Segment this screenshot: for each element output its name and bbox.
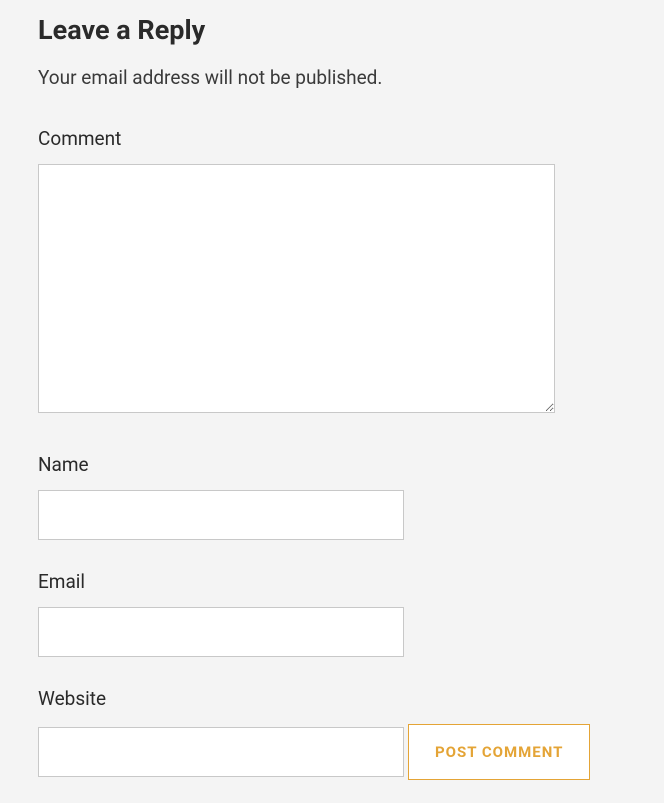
comment-label: Comment (38, 127, 626, 150)
name-label: Name (38, 453, 626, 476)
submit-button[interactable]: POST COMMENT (408, 724, 590, 780)
form-note: Your email address will not be published… (38, 66, 626, 89)
website-input[interactable] (38, 727, 404, 777)
comment-form: Comment Name Email Website POST COMMENT (38, 127, 626, 797)
name-input[interactable] (38, 490, 404, 540)
email-label: Email (38, 570, 626, 593)
email-input[interactable] (38, 607, 404, 657)
comment-textarea[interactable] (38, 164, 555, 413)
website-label: Website (38, 687, 626, 710)
form-heading: Leave a Reply (38, 14, 626, 46)
